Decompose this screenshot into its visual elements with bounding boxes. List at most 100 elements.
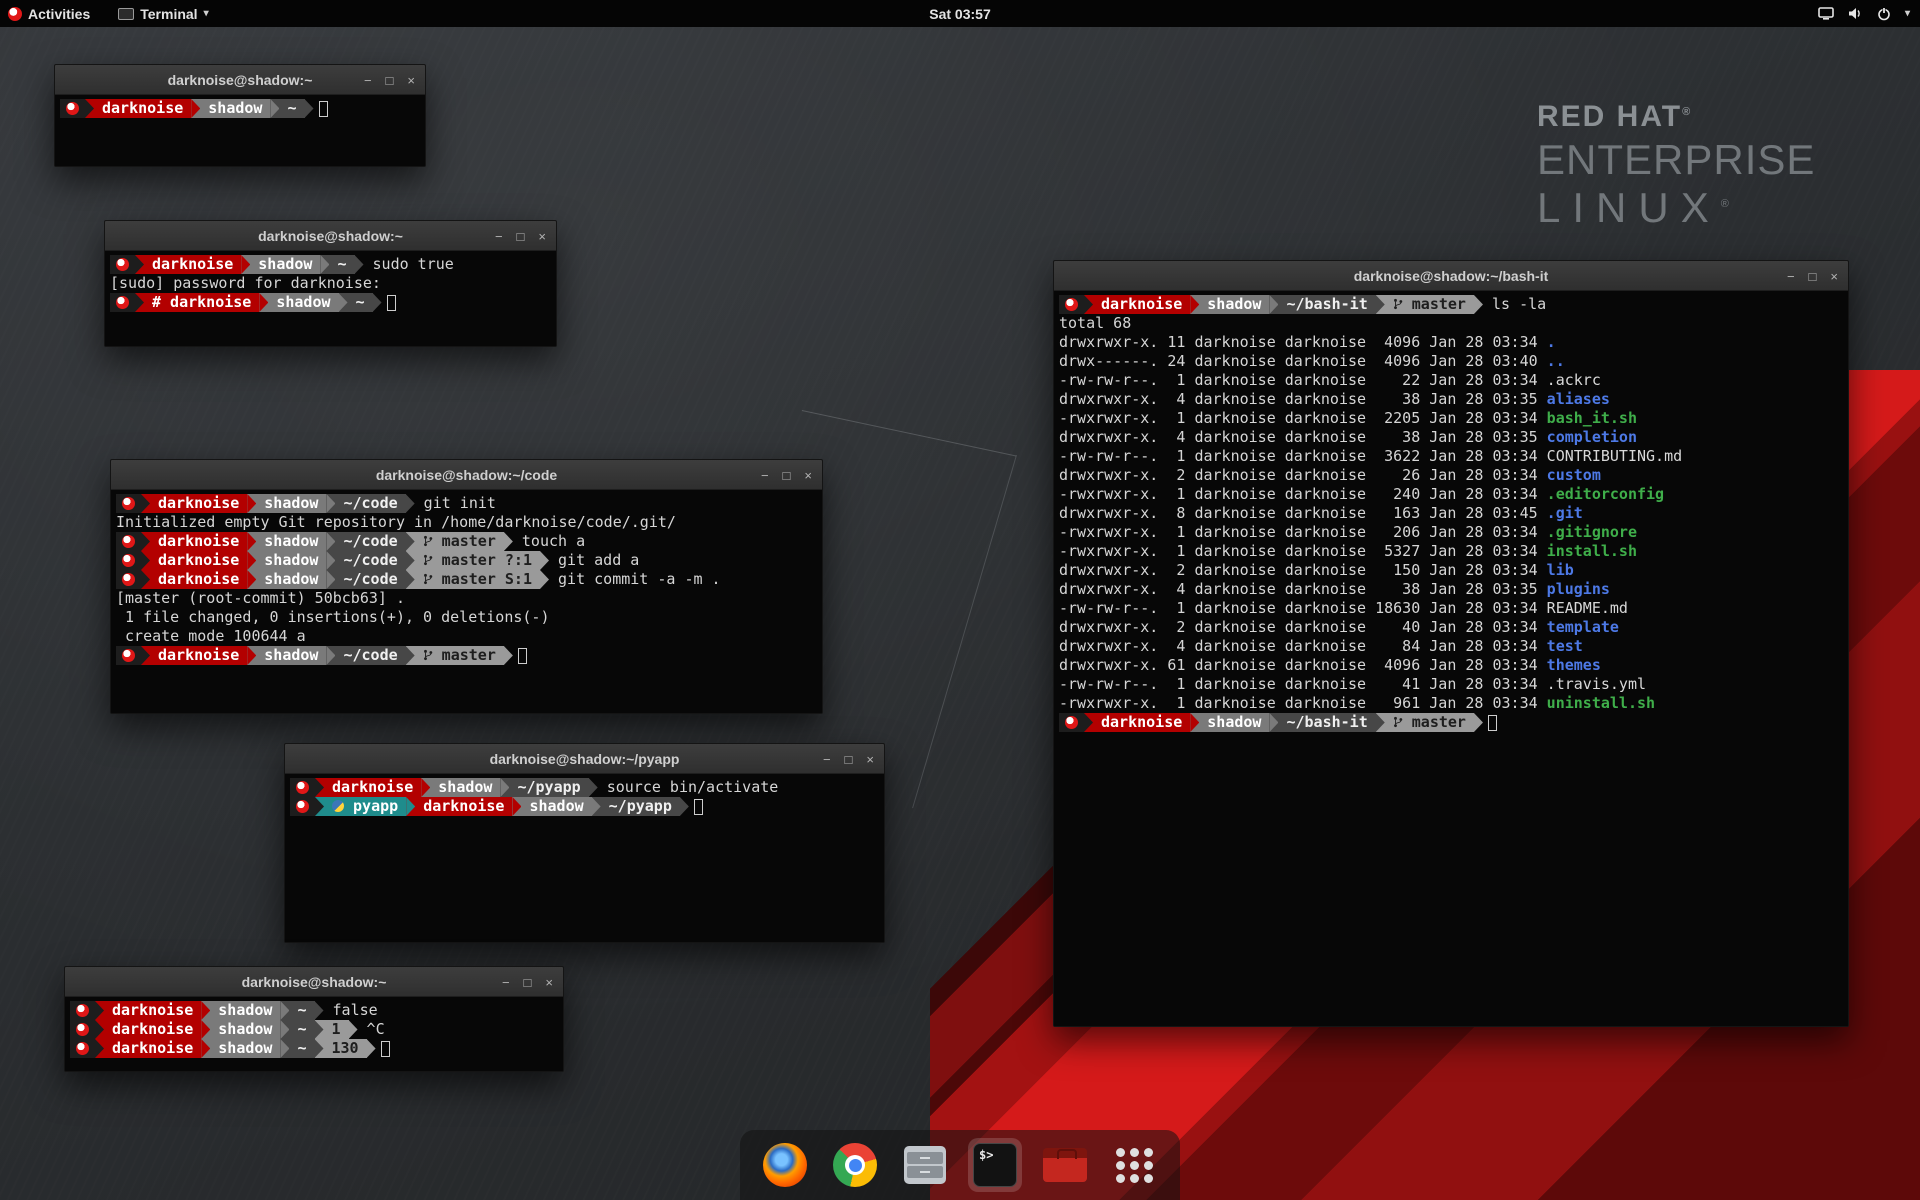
chevron-down-icon: ▾ (204, 8, 209, 19)
git-branch-icon (423, 535, 433, 547)
maximize-button[interactable]: □ (845, 753, 853, 766)
app-grid-icon (1116, 1148, 1154, 1183)
top-bar: Activities Terminal ▾ Sat 03:57 ▾ (0, 0, 1920, 27)
minimize-button[interactable]: − (1787, 270, 1795, 283)
file-name: plugins (1547, 580, 1610, 598)
prompt-segment-logo (60, 99, 85, 118)
prompt-segment-logo (70, 1020, 95, 1039)
terminal-line: drwxrwxr-x. 4 darknoise darknoise 38 Jan… (1059, 428, 1843, 447)
window-titlebar[interactable]: darknoise@shadow:~ − □ × (105, 221, 556, 251)
dock-chrome-icon[interactable] (828, 1138, 882, 1192)
dock-toolbox-icon[interactable] (1038, 1138, 1092, 1192)
close-button[interactable]: × (538, 230, 546, 243)
prompt-segment-path: ~/code (335, 646, 405, 665)
terminal-content[interactable]: darknoiseshadow~ (55, 95, 425, 166)
minimize-button[interactable]: − (364, 74, 372, 87)
redhat-icon (1065, 298, 1078, 311)
prompt-segment-logo (1059, 295, 1084, 314)
terminal-line: drwx------. 24 darknoise darknoise 4096 … (1059, 352, 1843, 371)
prompt-segment-user: darknoise (415, 797, 512, 816)
redhat-icon (122, 649, 135, 662)
window-titlebar[interactable]: darknoise@shadow:~/pyapp − □ × (285, 744, 884, 774)
prompt-segment-host: shadow (250, 255, 320, 274)
prompt-segment-venv: pyapp (324, 797, 406, 816)
close-button[interactable]: × (407, 74, 415, 87)
window-titlebar[interactable]: darknoise@shadow:~/bash-it − □ × (1054, 261, 1848, 291)
terminal-cursor (518, 648, 527, 664)
prompt-segment-user: darknoise (144, 255, 241, 274)
file-name: CONTRIBUTING.md (1547, 447, 1682, 465)
redhat-icon (122, 535, 135, 548)
terminal-content[interactable]: darknoiseshadow~/pyapp source bin/activa… (285, 774, 884, 942)
python-icon (332, 800, 344, 812)
terminal-content[interactable]: darknoiseshadow~/bash-it master ls -lato… (1054, 291, 1848, 1026)
prompt-segment-path: ~/code (335, 570, 405, 589)
minimize-button[interactable]: − (495, 230, 503, 243)
prompt-segment-logo (116, 494, 141, 513)
maximize-button[interactable]: □ (1809, 270, 1817, 283)
dock-files-icon[interactable] (898, 1138, 952, 1192)
clock[interactable]: Sat 03:57 (929, 6, 990, 22)
close-button[interactable]: × (866, 753, 874, 766)
minimize-button[interactable]: − (823, 753, 831, 766)
terminal-line: -rw-rw-r--. 1 darknoise darknoise 41 Jan… (1059, 675, 1843, 694)
prompt-segment-git: master S:1 (415, 570, 540, 589)
prompt-segment-user: darknoise (150, 551, 247, 570)
terminal-line: 1 file changed, 0 insertions(+), 0 delet… (116, 608, 817, 627)
prompt-segment-host: shadow (430, 778, 500, 797)
close-button[interactable]: × (1830, 270, 1838, 283)
file-name: .travis.yml (1547, 675, 1646, 693)
system-status-area[interactable]: ▾ (1818, 7, 1910, 21)
files-icon (904, 1146, 946, 1184)
minimize-button[interactable]: − (761, 469, 769, 482)
prompt-segment-host: shadow (1199, 713, 1269, 732)
file-name: aliases (1547, 390, 1610, 408)
terminal-app-icon: $> (973, 1143, 1017, 1187)
maximize-button[interactable]: □ (386, 74, 394, 87)
prompt-segment-logo (116, 570, 141, 589)
window-titlebar[interactable]: darknoise@shadow:~/code − □ × (111, 460, 822, 490)
dock-firefox-icon[interactable] (758, 1138, 812, 1192)
terminal-line: darknoiseshadow~/code master (116, 646, 817, 665)
dock-appgrid-icon[interactable] (1108, 1138, 1162, 1192)
terminal-line: drwxrwxr-x. 4 darknoise darknoise 38 Jan… (1059, 390, 1843, 409)
terminal-line: drwxrwxr-x. 4 darknoise darknoise 38 Jan… (1059, 580, 1843, 599)
file-name: themes (1547, 656, 1601, 674)
terminal-line: darknoiseshadow~/bash-it master (1059, 713, 1843, 732)
window-titlebar[interactable]: darknoise@shadow:~ − □ × (65, 967, 563, 997)
maximize-button[interactable]: □ (783, 469, 791, 482)
activities-button[interactable]: Activities (0, 6, 90, 22)
window-title: darknoise@shadow:~ (65, 974, 563, 990)
terminal-content[interactable]: darknoiseshadow~ falsedarknoiseshadow~1 … (65, 997, 563, 1071)
terminal-content[interactable]: darknoiseshadow~/code git initInitialize… (111, 490, 822, 713)
prompt-segment-git: master ?:1 (415, 551, 540, 570)
maximize-button[interactable]: □ (517, 230, 525, 243)
terminal-line: Initialized empty Git repository in /hom… (116, 513, 817, 532)
command-text: touch a (513, 532, 585, 550)
command-text: sudo true (364, 255, 454, 273)
close-button[interactable]: × (545, 976, 553, 989)
prompt-segment-git: master (1385, 295, 1474, 314)
prompt-segment-host: shadow (256, 570, 326, 589)
app-menu-terminal[interactable]: Terminal ▾ (118, 6, 208, 22)
terminal-line: -rwxrwxr-x. 1 darknoise darknoise 5327 J… (1059, 542, 1843, 561)
terminal-line: -rw-rw-r--. 1 darknoise darknoise 3622 J… (1059, 447, 1843, 466)
close-button[interactable]: × (804, 469, 812, 482)
firefox-icon (763, 1143, 807, 1187)
prompt-segment-host: shadow (256, 532, 326, 551)
terminal-line: create mode 100644 a (116, 627, 817, 646)
terminal-window: darknoise@shadow:~/bash-it − □ × darknoi… (1053, 260, 1849, 1027)
window-titlebar[interactable]: darknoise@shadow:~ − □ × (55, 65, 425, 95)
window-title: darknoise@shadow:~/bash-it (1054, 268, 1848, 284)
minimize-button[interactable]: − (502, 976, 510, 989)
prompt-segment-logo (116, 646, 141, 665)
terminal-line: darknoiseshadow~/code master S:1 git com… (116, 570, 817, 589)
maximize-button[interactable]: □ (524, 976, 532, 989)
prompt-segment-user: darknoise (150, 532, 247, 551)
terminal-line: -rwxrwxr-x. 1 darknoise darknoise 2205 J… (1059, 409, 1843, 428)
prompt-segment-logo (116, 551, 141, 570)
dock-terminal-icon[interactable]: $> (968, 1138, 1022, 1192)
prompt-segment-git: master (415, 646, 504, 665)
prompt-segment-path: ~ (348, 293, 373, 312)
terminal-content[interactable]: darknoiseshadow~ sudo true[sudo] passwor… (105, 251, 556, 346)
